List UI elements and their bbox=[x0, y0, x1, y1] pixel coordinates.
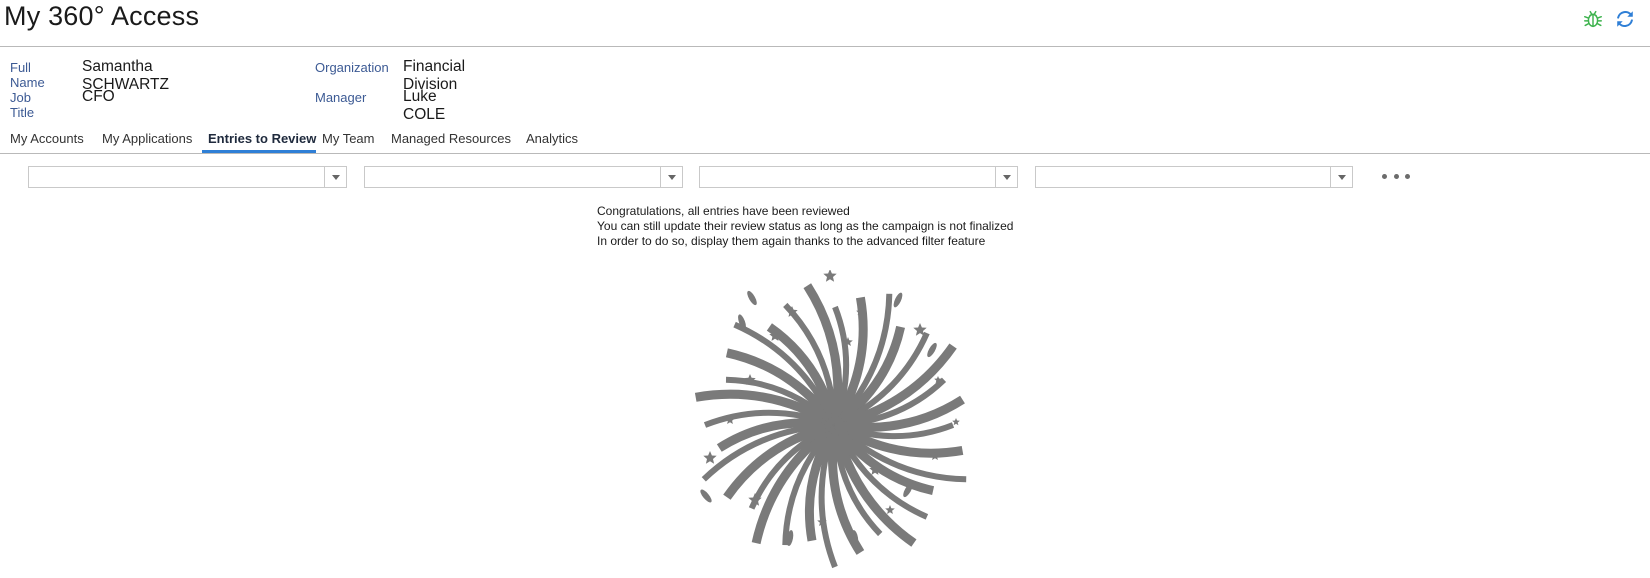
page-title: My 360° Access bbox=[4, 1, 200, 31]
star-icon bbox=[952, 418, 960, 426]
chevron-down-icon[interactable] bbox=[324, 167, 346, 187]
bug-icon[interactable] bbox=[1582, 8, 1604, 30]
chevron-down-icon[interactable] bbox=[1330, 167, 1352, 187]
page: My 360° Access Full Name Samantha SCHWAR… bbox=[0, 0, 1650, 578]
filter-dropdown-4[interactable] bbox=[1035, 166, 1353, 188]
more-dot-icon bbox=[1382, 173, 1387, 179]
more-options-button[interactable] bbox=[1382, 166, 1410, 186]
tab-my-applications[interactable]: My Applications bbox=[102, 131, 192, 146]
message-line-1: Congratulations, all entries have been r… bbox=[597, 204, 850, 218]
spark-icon bbox=[700, 489, 712, 503]
star-icon bbox=[703, 451, 717, 464]
star-icon bbox=[823, 270, 837, 282]
manager-label: Manager bbox=[315, 90, 367, 105]
more-dot-icon bbox=[1393, 173, 1399, 179]
chevron-down-icon[interactable] bbox=[995, 167, 1017, 187]
page-header: My 360° Access bbox=[0, 0, 1650, 47]
full-name-label: Full Name bbox=[10, 60, 45, 90]
filter-dropdown-2[interactable] bbox=[364, 166, 683, 188]
manager-value: Luke COLE bbox=[403, 88, 446, 123]
filter-dropdown-3[interactable] bbox=[699, 166, 1018, 188]
spark-icon bbox=[747, 290, 757, 306]
tab-my-team[interactable]: My Team bbox=[322, 131, 375, 146]
tab-bar: My Accounts My Applications Entries to R… bbox=[0, 128, 1650, 154]
refresh-icon[interactable] bbox=[1614, 8, 1636, 30]
chevron-down-icon[interactable] bbox=[660, 167, 682, 187]
job-title-value: CFO bbox=[82, 88, 115, 105]
tab-analytics[interactable]: Analytics bbox=[526, 131, 578, 146]
spark-icon bbox=[893, 292, 903, 308]
message-line-2: You can still update their review status… bbox=[597, 219, 1014, 233]
message-line-3: In order to do so, display them again th… bbox=[597, 234, 986, 248]
tab-entries-to-review[interactable]: Entries to Review bbox=[208, 131, 316, 146]
active-tab-indicator bbox=[202, 150, 316, 153]
tab-managed-resources[interactable]: Managed Resources bbox=[391, 131, 511, 146]
job-title-label: Job Title bbox=[10, 90, 35, 120]
organization-label: Organization bbox=[315, 60, 389, 75]
header-actions bbox=[1582, 8, 1636, 30]
more-dot-icon bbox=[1405, 173, 1410, 179]
filter-dropdown-1[interactable] bbox=[28, 166, 347, 188]
empty-state-message: Congratulations, all entries have been r… bbox=[597, 204, 1013, 249]
fireworks-icon bbox=[694, 270, 967, 569]
spark-icon bbox=[927, 342, 937, 358]
tab-my-accounts[interactable]: My Accounts bbox=[10, 131, 84, 146]
star-icon bbox=[885, 505, 895, 514]
